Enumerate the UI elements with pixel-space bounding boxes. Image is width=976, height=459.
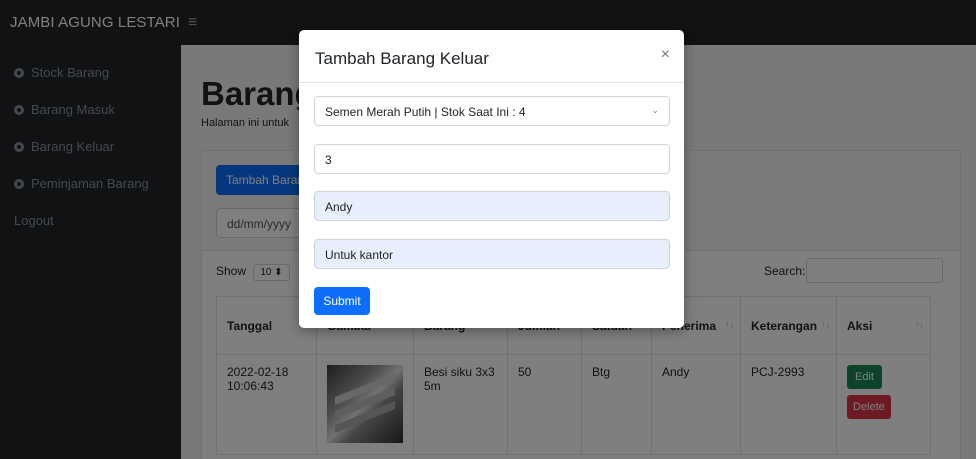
modal-title: Tambah Barang Keluar [315,49,489,68]
item-select[interactable]: Semen Merah Putih | Stok Saat Ini : 4 ⌄ [314,96,670,126]
item-select-value: Semen Merah Putih | Stok Saat Ini : 4 [325,105,526,119]
close-icon[interactable]: × [661,46,670,64]
submit-button[interactable]: Submit [314,287,370,315]
recipient-input[interactable]: Andy [314,191,670,221]
quantity-input[interactable]: 3 [314,144,670,174]
add-outgoing-item-modal: Tambah Barang Keluar × Semen Merah Putih… [299,30,684,328]
chevron-down-icon: ⌄ [651,105,659,115]
modal-header: Tambah Barang Keluar × [299,30,684,83]
notes-input[interactable]: Untuk kantor [314,239,670,269]
